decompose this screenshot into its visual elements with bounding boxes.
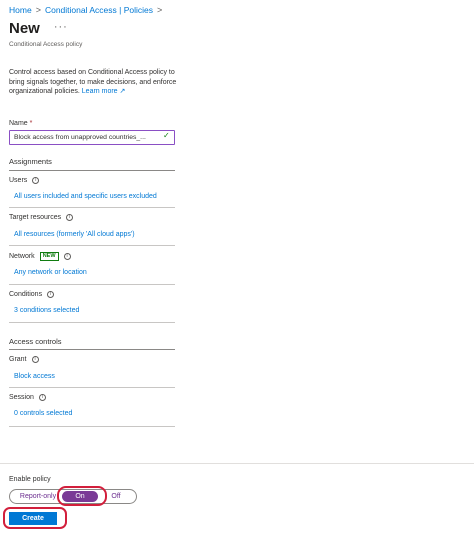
- network-label: Network NEW i: [9, 252, 71, 261]
- target-resources-label: Target resources i: [9, 214, 74, 221]
- policy-description: Control access based on Conditional Acce…: [9, 68, 179, 97]
- name-label: Name *: [9, 120, 32, 127]
- session-label: Session i: [9, 394, 46, 401]
- info-icon[interactable]: i: [63, 253, 71, 260]
- info-icon[interactable]: i: [66, 214, 74, 221]
- target-resources-divider: [9, 245, 175, 246]
- info-icon[interactable]: i: [32, 177, 40, 184]
- access-controls-heading: Access controls: [9, 337, 62, 346]
- conditions-label: Conditions i: [9, 291, 55, 298]
- title-row: New ···: [9, 20, 68, 37]
- more-options-icon[interactable]: ···: [54, 21, 68, 33]
- new-badge: NEW: [39, 252, 59, 261]
- target-resources-label-text: Target resources: [9, 214, 62, 221]
- conditions-divider: [9, 322, 175, 323]
- learn-more-link[interactable]: Learn more ↗: [82, 88, 126, 95]
- conditions-label-text: Conditions: [9, 291, 43, 298]
- target-resources-link[interactable]: All resources (formerly 'All cloud apps'…: [14, 231, 135, 238]
- policy-name-input[interactable]: Block access from unapproved countries_.…: [9, 130, 175, 145]
- toggle-report-only[interactable]: Report-only: [10, 490, 60, 503]
- page-subtitle: Conditional Access policy: [9, 41, 83, 48]
- session-label-text: Session: [9, 394, 34, 401]
- session-link[interactable]: 0 controls selected: [14, 410, 72, 417]
- info-icon[interactable]: i: [31, 356, 39, 363]
- network-link[interactable]: Any network or location: [14, 269, 87, 276]
- checkmark-icon: ✓: [163, 131, 170, 140]
- external-link-icon: ↗: [119, 88, 126, 95]
- grant-label-text: Grant: [9, 356, 27, 363]
- users-label: Users i: [9, 177, 40, 184]
- grant-divider: [9, 387, 175, 388]
- breadcrumb-policies[interactable]: Conditional Access | Policies: [45, 5, 153, 15]
- name-label-text: Name: [9, 120, 28, 127]
- create-highlight-annotation: [3, 507, 67, 529]
- breadcrumb: Home > Conditional Access | Policies >: [9, 5, 162, 15]
- chevron-right-icon: >: [35, 5, 41, 15]
- assignments-divider: [9, 170, 175, 171]
- conditions-link[interactable]: 3 conditions selected: [14, 307, 79, 314]
- users-selection-link[interactable]: All users included and specific users ex…: [14, 193, 157, 200]
- footer-divider: [0, 463, 474, 464]
- enable-policy-label: Enable policy: [9, 476, 51, 483]
- session-divider: [9, 426, 175, 427]
- users-divider: [9, 207, 175, 208]
- access-controls-divider: [9, 349, 175, 350]
- network-divider: [9, 284, 175, 285]
- learn-more-label: Learn more: [81, 88, 118, 95]
- users-label-text: Users: [9, 177, 28, 184]
- grant-label: Grant i: [9, 356, 39, 363]
- required-mark: *: [29, 120, 33, 127]
- assignments-heading: Assignments: [9, 157, 52, 166]
- breadcrumb-home[interactable]: Home: [9, 5, 32, 15]
- info-icon[interactable]: i: [47, 291, 55, 298]
- on-highlight-annotation: [57, 486, 107, 506]
- page-title: New: [9, 20, 40, 37]
- network-label-text: Network: [9, 253, 35, 260]
- grant-link[interactable]: Block access: [14, 373, 55, 380]
- info-icon[interactable]: i: [38, 394, 46, 401]
- chevron-right-icon: >: [157, 5, 163, 15]
